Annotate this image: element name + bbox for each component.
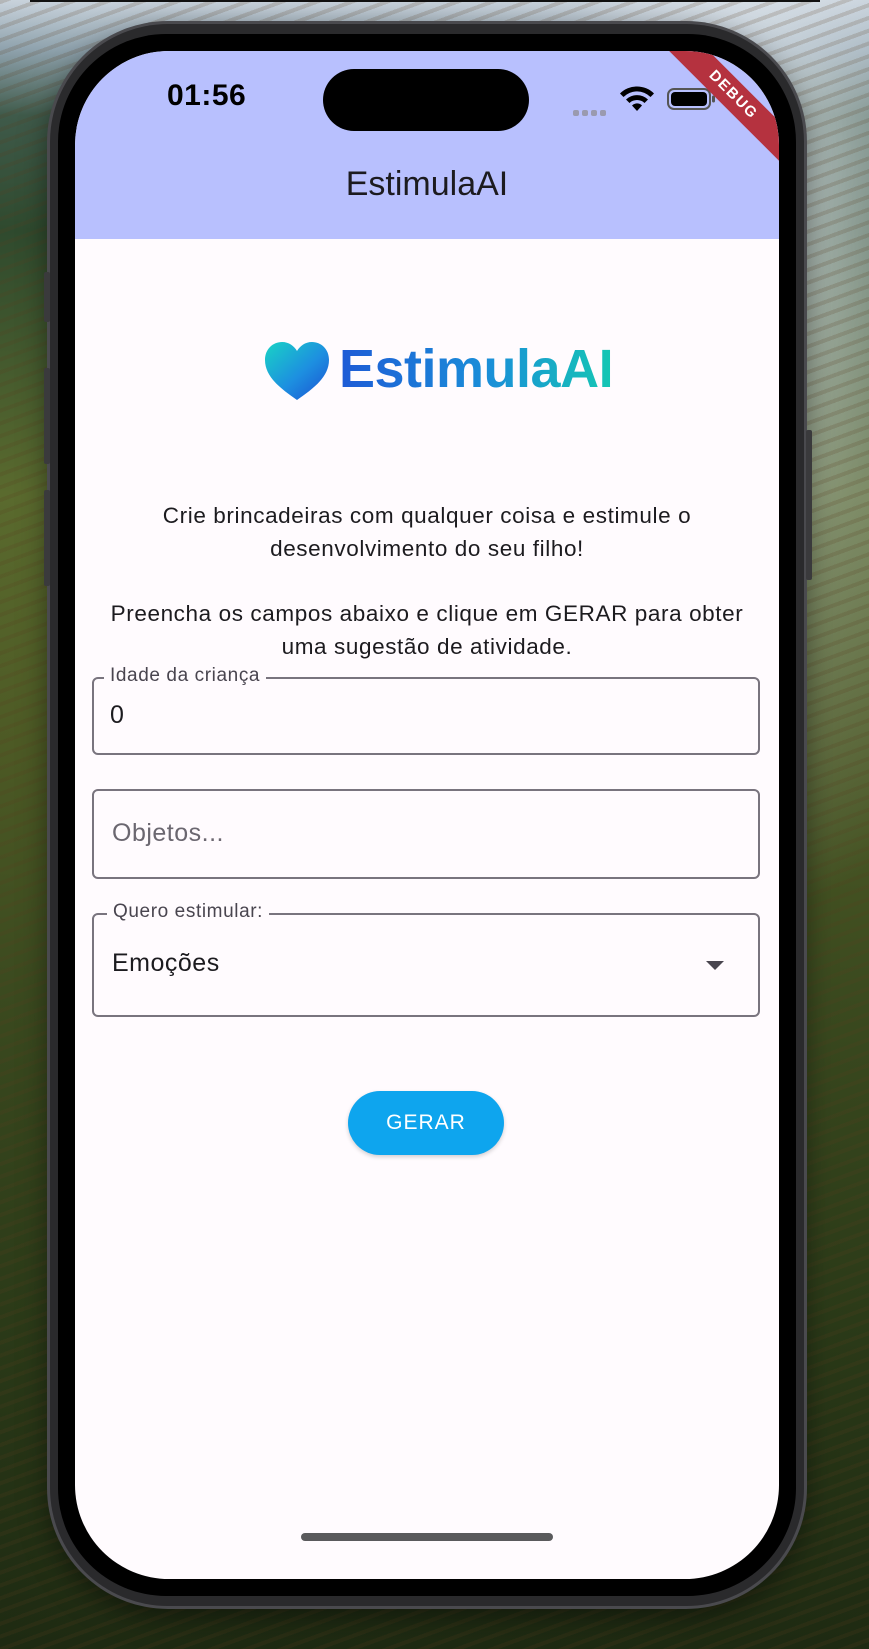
wifi-icon bbox=[620, 86, 654, 111]
app-bar: 01:56 DEBUG EstimulaAI bbox=[75, 51, 779, 239]
intro-line-1: Crie brincadeiras com qualquer coisa e e… bbox=[162, 503, 692, 561]
app-logo: EstimulaAI bbox=[263, 338, 614, 410]
objects-field[interactable]: Objetos... bbox=[92, 789, 760, 879]
logo-wordmark: EstimulaAI bbox=[339, 339, 614, 399]
age-field[interactable]: Idade da criança 0 bbox=[92, 665, 760, 755]
page-title: EstimulaAI bbox=[345, 165, 509, 203]
age-field-value[interactable]: 0 bbox=[110, 701, 124, 730]
volume-up-button bbox=[44, 368, 50, 464]
status-time: 01:56 bbox=[167, 79, 247, 112]
intro-text: Crie brincadeiras com qualquer coisa e e… bbox=[91, 499, 763, 663]
window-edge bbox=[30, 0, 820, 2]
mute-switch bbox=[44, 272, 50, 322]
app-screen: 01:56 DEBUG EstimulaAI EstimulaAI Crie b… bbox=[75, 51, 779, 1579]
objects-field-placeholder[interactable]: Objetos... bbox=[112, 819, 224, 848]
age-field-label: Idade da criança bbox=[104, 665, 267, 687]
cellular-signal-icon bbox=[573, 103, 609, 116]
stimulate-dropdown-label: Quero estimular: bbox=[107, 901, 270, 923]
stimulate-dropdown-value[interactable]: Emoções bbox=[112, 949, 220, 978]
intro-line-2: Preencha os campos abaixo e clique em GE… bbox=[110, 601, 744, 659]
heart-icon bbox=[265, 342, 329, 400]
volume-down-button bbox=[44, 490, 50, 586]
dropdown-arrow-icon[interactable] bbox=[706, 961, 724, 970]
power-button bbox=[806, 430, 812, 580]
stimulate-dropdown[interactable]: Quero estimular: Emoções bbox=[92, 901, 760, 1017]
home-indicator[interactable] bbox=[301, 1533, 553, 1541]
dynamic-island bbox=[323, 69, 529, 131]
generate-button[interactable]: GERAR bbox=[348, 1091, 504, 1155]
